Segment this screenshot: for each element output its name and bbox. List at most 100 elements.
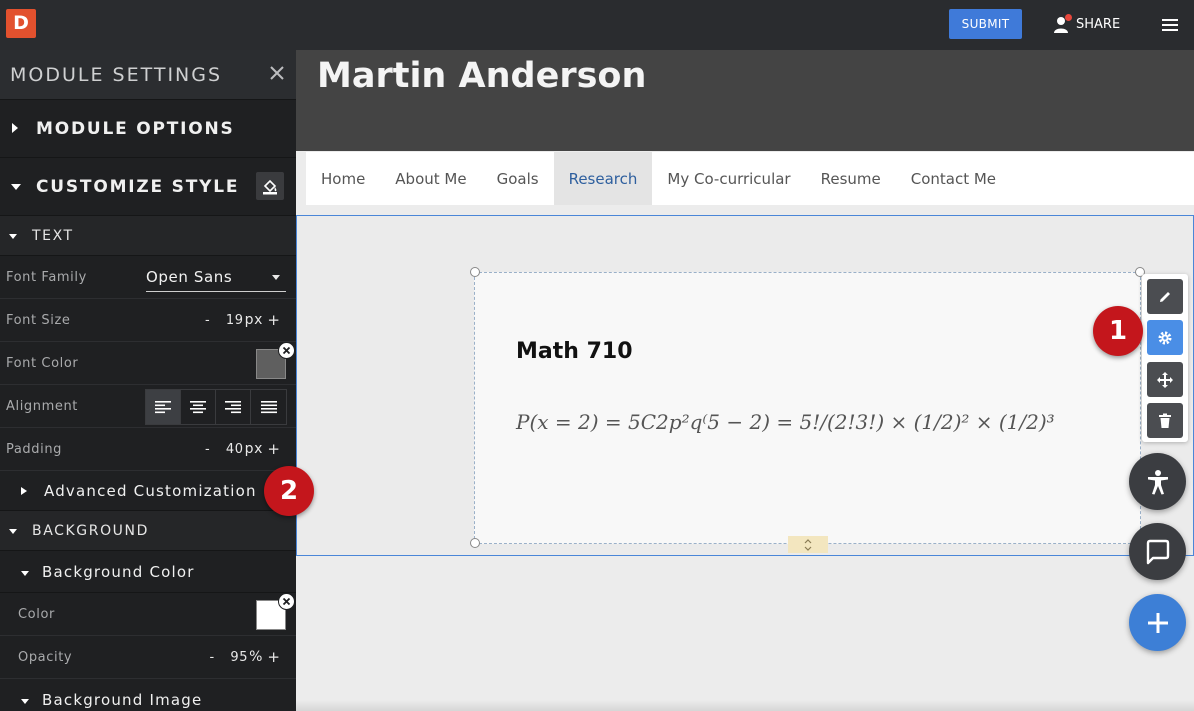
caret-right-icon: [10, 119, 20, 139]
background-color-subsection[interactable]: Background Color: [0, 551, 296, 593]
module-options-section[interactable]: MODULE OPTIONS: [0, 100, 296, 158]
resize-handle[interactable]: [470, 538, 480, 548]
trash-icon[interactable]: [1147, 403, 1183, 438]
gear-icon[interactable]: [1147, 320, 1183, 355]
nav-about-me[interactable]: About Me: [380, 152, 481, 205]
nav-home[interactable]: Home: [306, 152, 380, 205]
close-icon[interactable]: [268, 64, 286, 82]
opacity-value[interactable]: 95: [228, 650, 248, 665]
background-subsection-label: BACKGROUND: [32, 522, 149, 539]
align-right-icon[interactable]: [216, 390, 251, 424]
advanced-customization-label: Advanced Customization: [44, 481, 257, 500]
share-button[interactable]: SHARE: [1053, 13, 1121, 34]
caret-down-icon: [8, 523, 18, 539]
font-size-stepper: - 19 px +: [198, 311, 282, 329]
align-justify-icon[interactable]: [251, 390, 286, 424]
customize-style-section[interactable]: CUSTOMIZE STYLE: [0, 158, 296, 216]
increment-button[interactable]: +: [266, 648, 282, 666]
font-color-label: Font Color: [6, 355, 79, 371]
increment-button[interactable]: +: [266, 311, 282, 329]
page-footer-edge: [296, 700, 1194, 711]
notification-dot: [1065, 13, 1072, 21]
background-image-label: Background Image: [42, 690, 203, 709]
decrement-button[interactable]: -: [202, 650, 222, 665]
site-nav: Home About Me Goals Research My Co-curri…: [306, 152, 1194, 205]
top-bar: D SUBMIT SHARE: [0, 0, 1194, 50]
color-label: Color: [18, 606, 55, 622]
nav-contact-me[interactable]: Contact Me: [896, 152, 1011, 205]
nav-resume[interactable]: Resume: [806, 152, 896, 205]
module-settings-panel: MODULE SETTINGS MODULE OPTIONS CUSTOMIZE…: [0, 50, 296, 711]
panel-title: MODULE SETTINGS: [10, 63, 223, 86]
alignment-group: [145, 389, 287, 425]
menu-icon[interactable]: [1160, 16, 1180, 34]
nav-research[interactable]: Research: [553, 152, 653, 205]
caret-down-icon: [10, 177, 21, 197]
opacity-stepper: - 95 % +: [202, 648, 282, 666]
math-formula: P(x = 2) = 5C2p²q⁽5 − 2) = 5!/(2!3!) × (…: [516, 410, 1055, 434]
advanced-customization-row[interactable]: Advanced Customization: [0, 471, 296, 511]
submit-button[interactable]: SUBMIT: [949, 9, 1022, 39]
chevron-down-icon: [272, 275, 280, 280]
caret-down-icon: [8, 228, 18, 244]
opacity-label: Opacity: [18, 649, 73, 665]
opacity-unit: %: [249, 649, 263, 665]
module-toolbar: [1142, 274, 1188, 442]
font-size-row: Font Size - 19 px +: [0, 299, 296, 342]
text-subsection-label: TEXT: [32, 227, 74, 244]
site-header: Martin Anderson: [296, 50, 1194, 151]
paint-bucket-icon[interactable]: [256, 172, 284, 200]
clear-color-icon[interactable]: [278, 593, 295, 610]
module-options-label: MODULE OPTIONS: [36, 118, 235, 139]
caret-right-icon: [20, 482, 30, 500]
step-badge-1: 1: [1093, 306, 1143, 356]
font-family-row: Font Family Open Sans: [0, 256, 296, 299]
align-center-icon[interactable]: [181, 390, 216, 424]
opacity-row: Opacity - 95 % +: [0, 636, 296, 679]
align-left-icon[interactable]: [146, 390, 181, 424]
nav-co-curricular[interactable]: My Co-curricular: [652, 152, 805, 205]
site-title: Martin Anderson: [317, 56, 647, 96]
share-label: SHARE: [1076, 16, 1121, 32]
customize-style-label: CUSTOMIZE STYLE: [36, 176, 240, 197]
resize-handle[interactable]: [470, 267, 480, 277]
chat-icon[interactable]: [1129, 523, 1186, 580]
alignment-row: Alignment: [0, 385, 296, 428]
padding-row: Padding - 40 px +: [0, 428, 296, 471]
nav-goals[interactable]: Goals: [482, 152, 554, 205]
move-icon[interactable]: [1147, 362, 1183, 397]
padding-value[interactable]: 40: [224, 442, 244, 457]
padding-label: Padding: [6, 441, 63, 457]
decrement-button[interactable]: -: [198, 442, 218, 457]
padding-stepper: - 40 px +: [198, 440, 282, 458]
step-badge-2: 2: [264, 466, 314, 516]
font-family-value: Open Sans: [146, 267, 233, 286]
font-size-label: Font Size: [6, 312, 71, 328]
caret-down-icon: [20, 563, 30, 581]
decrement-button[interactable]: -: [198, 313, 218, 328]
pencil-icon[interactable]: [1147, 279, 1183, 314]
text-module[interactable]: Math 710 P(x = 2) = 5C2p²q⁽5 − 2) = 5!/(…: [474, 272, 1141, 544]
font-color-row: Font Color: [0, 342, 296, 385]
padding-unit: px: [244, 441, 263, 457]
app-logo[interactable]: D: [6, 9, 36, 38]
font-family-label: Font Family: [6, 269, 87, 285]
color-row: Color: [0, 593, 296, 636]
background-image-subsection[interactable]: Background Image: [0, 679, 296, 711]
person-icon: [1053, 13, 1072, 33]
vertical-resize-icon[interactable]: [788, 536, 828, 553]
clear-color-icon[interactable]: [278, 342, 295, 359]
background-subsection[interactable]: BACKGROUND: [0, 511, 296, 551]
font-size-unit: px: [244, 312, 263, 328]
accessibility-icon[interactable]: [1129, 453, 1186, 510]
caret-down-icon: [20, 691, 30, 709]
alignment-label: Alignment: [6, 398, 79, 414]
panel-header: MODULE SETTINGS: [0, 50, 296, 100]
font-size-value[interactable]: 19: [224, 313, 244, 328]
text-subsection[interactable]: TEXT: [0, 216, 296, 256]
background-color-label: Background Color: [42, 562, 195, 581]
increment-button[interactable]: +: [266, 440, 282, 458]
add-icon[interactable]: [1129, 594, 1186, 651]
module-heading: Math 710: [516, 339, 633, 364]
font-family-select[interactable]: Open Sans: [146, 262, 286, 292]
